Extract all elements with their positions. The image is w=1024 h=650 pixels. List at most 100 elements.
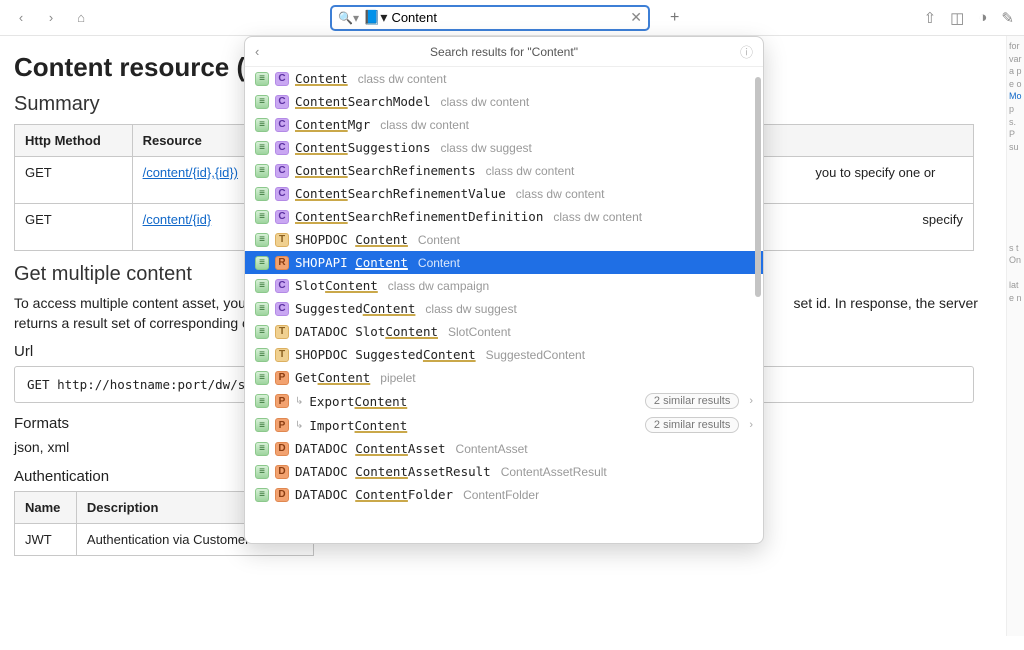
book-icon: ≡ <box>255 325 269 339</box>
result-hint: Content <box>418 256 753 270</box>
similar-badge[interactable]: 2 similar results <box>645 393 739 409</box>
result-row[interactable]: ≡CContentSearchRefinementDefinitionclass… <box>245 205 763 228</box>
result-name: SHOPDOC SuggestedContent <box>295 347 476 362</box>
result-name: GetContent <box>295 370 370 385</box>
compose-icon[interactable]: ✎ <box>1001 9 1014 27</box>
chevron-right-icon: › <box>749 419 753 431</box>
result-name: ContentSearchModel <box>295 94 430 109</box>
p-icon: P <box>275 371 289 385</box>
result-row[interactable]: ≡ C ContentSearchModel class dw content <box>245 90 763 113</box>
t-icon: T <box>275 348 289 362</box>
popup-info-icon[interactable]: ⓘ <box>740 42 753 61</box>
result-row[interactable]: ≡DDATADOC ContentAssetContentAsset <box>245 437 763 460</box>
result-name: DATADOC ContentFolder <box>295 487 453 502</box>
book-icon: ≡ <box>255 488 269 502</box>
result-name: SHOPDOC Content <box>295 232 408 247</box>
result-row[interactable]: ≡TDATADOC SlotContentSlotContent <box>245 320 763 343</box>
result-row[interactable]: ≡DDATADOC ContentFolderContentFolder <box>245 483 763 506</box>
book-icon: ≡ <box>255 95 269 109</box>
results-list[interactable]: ≡CContentclass dw content≡CContentSearch… <box>245 67 763 543</box>
result-row[interactable]: ≡RSHOPAPI ContentContent <box>245 251 763 274</box>
book-icon: ≡ <box>255 118 269 132</box>
contrast-icon[interactable]: ◑ <box>978 9 987 27</box>
result-row[interactable]: ≡P↳ImportContent2 similar results› <box>245 413 763 437</box>
result-hint: class dw content <box>440 95 753 109</box>
result-hint: class dw content <box>380 118 753 132</box>
t-icon: T <box>275 325 289 339</box>
result-name: ExportContent <box>309 394 407 409</box>
search-box[interactable]: 🔍▾ 📘▾ ✕ <box>330 5 650 31</box>
result-row[interactable]: ≡ P GetContent pipelet <box>245 366 763 389</box>
result-row[interactable]: ≡TSHOPDOC ContentContent <box>245 228 763 251</box>
resource-link[interactable]: /content/{id},{id}) <box>143 165 238 180</box>
resource-link[interactable]: /content/{id} <box>143 212 212 227</box>
result-row[interactable]: ≡CContentclass dw content <box>245 67 763 90</box>
back-button[interactable]: ‹ <box>10 7 32 29</box>
result-row[interactable]: ≡DDATADOC ContentAssetResultContentAsset… <box>245 460 763 483</box>
search-wrap: 🔍▾ 📘▾ ✕ <box>330 5 650 31</box>
result-name: ContentSearchRefinementValue <box>295 186 506 201</box>
result-row[interactable]: ≡TSHOPDOC SuggestedContentSuggestedConte… <box>245 343 763 366</box>
result-hint: SlotContent <box>448 325 753 339</box>
book-scope-icon: 📘▾ <box>363 9 387 26</box>
share-icon[interactable]: ⇧ <box>924 9 937 27</box>
search-popup: ‹ Search results for "Content" ⓘ ≡CConte… <box>244 36 764 544</box>
result-row[interactable]: ≡CContentSearchRefinementValueclass dw c… <box>245 182 763 205</box>
popup-title: Search results for "Content" <box>430 45 578 59</box>
c-icon: C <box>275 187 289 201</box>
right-tools: ⇧ ◫ ◑ ✎ <box>924 9 1014 27</box>
c-icon: C <box>275 72 289 86</box>
clear-icon[interactable]: ✕ <box>630 9 642 26</box>
search-icon: 🔍▾ <box>338 11 359 25</box>
c-icon: C <box>275 279 289 293</box>
similar-badge[interactable]: 2 similar results <box>645 417 739 433</box>
c-icon: C <box>275 164 289 178</box>
book-icon: ≡ <box>255 371 269 385</box>
auth-th-name: Name <box>15 491 77 523</box>
book-icon: ≡ <box>255 256 269 270</box>
home-button[interactable]: ⌂ <box>70 7 92 29</box>
result-hint: ContentAssetResult <box>501 465 753 479</box>
result-row[interactable]: ≡CContentSuggestionsclass dw suggest <box>245 136 763 159</box>
result-hint: class dw content <box>553 210 753 224</box>
result-hint: ContentAsset <box>456 442 753 456</box>
book-icon: ≡ <box>255 279 269 293</box>
result-name: SlotContent <box>295 278 378 293</box>
c-icon: C <box>275 95 289 109</box>
result-row[interactable]: ≡CSuggestedContentclass dw suggest <box>245 297 763 320</box>
sidebar-toggle-icon[interactable]: ◫ <box>950 9 964 27</box>
result-name: DATADOC ContentAssetResult <box>295 464 491 479</box>
search-input[interactable] <box>391 10 626 25</box>
book-icon: ≡ <box>255 302 269 316</box>
result-hint: ContentFolder <box>463 488 753 502</box>
book-icon: ≡ <box>255 465 269 479</box>
popup-back-icon[interactable]: ‹ <box>255 44 259 59</box>
book-icon: ≡ <box>255 210 269 224</box>
book-icon: ≡ <box>255 348 269 362</box>
popup-header: ‹ Search results for "Content" ⓘ <box>245 37 763 67</box>
c-icon: C <box>275 141 289 155</box>
toolbar: ‹ › ⌂ 🔍▾ 📘▾ ✕ + ⇧ ◫ ◑ ✎ <box>0 0 1024 36</box>
result-row[interactable]: ≡ C SlotContent class dw campaign <box>245 274 763 297</box>
p-icon: P <box>275 418 289 432</box>
result-row[interactable]: ≡P↳ExportContent2 similar results› <box>245 389 763 413</box>
side-panel: forvara pe oMops. Psus tOnlate n <box>1006 36 1024 636</box>
scrollbar-thumb[interactable] <box>755 77 761 297</box>
result-hint: Content <box>418 233 753 247</box>
result-row[interactable]: ≡CContentSearchRefinementsclass dw conte… <box>245 159 763 182</box>
result-row[interactable]: ≡CContentMgrclass dw content <box>245 113 763 136</box>
book-icon: ≡ <box>255 394 269 408</box>
p-icon: P <box>275 394 289 408</box>
result-name: SuggestedContent <box>295 301 415 316</box>
book-icon: ≡ <box>255 442 269 456</box>
result-hint: pipelet <box>380 371 753 385</box>
result-name: ImportContent <box>309 418 407 433</box>
t-icon: T <box>275 233 289 247</box>
result-hint: class dw content <box>358 72 753 86</box>
result-name: ContentSearchRefinements <box>295 163 476 178</box>
forward-button[interactable]: › <box>40 7 62 29</box>
d-icon: D <box>275 442 289 456</box>
result-hint: class dw campaign <box>388 279 753 293</box>
result-name: SHOPAPI Content <box>295 255 408 270</box>
new-tab-button[interactable]: + <box>670 9 679 27</box>
